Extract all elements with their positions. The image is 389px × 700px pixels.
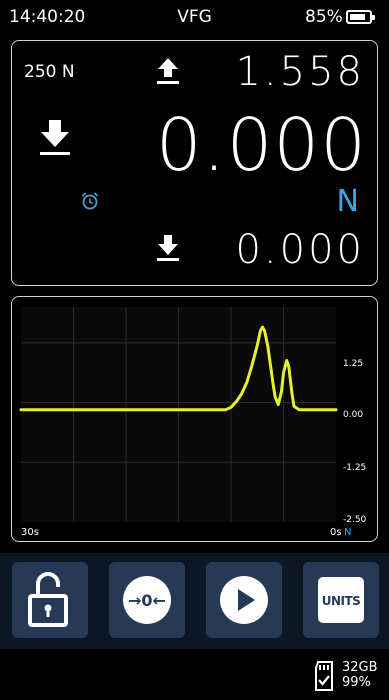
- units-button[interactable]: UNITS: [303, 562, 379, 638]
- main-value: 0.000: [155, 103, 367, 187]
- units-icon: UNITS: [318, 577, 364, 623]
- capacity-label: 250 N: [24, 62, 75, 82]
- storage-free-percent: 99%: [342, 675, 371, 690]
- zero-button-label: →0←: [128, 591, 166, 610]
- sd-card-icon: [313, 660, 335, 698]
- play-icon: [220, 576, 268, 624]
- readout-panel: 250 N 1.558 0.000 N 0.000: [11, 40, 378, 286]
- max-arrow-up-icon: [156, 56, 180, 90]
- x-end-label: 0s: [330, 527, 342, 538]
- chart-panel: 1.25 0.00 -1.25 -2.50 30s 0s N: [11, 296, 378, 542]
- min-arrow-down-icon: [156, 233, 180, 267]
- status-bar: 14:40:20 VFG 85%: [0, 0, 389, 34]
- alarm-clock-icon: [80, 191, 100, 215]
- y-tick-label: -2.50: [343, 515, 367, 525]
- battery-fill: [350, 14, 365, 20]
- battery-percent: 85%: [305, 7, 343, 27]
- lock-button[interactable]: [12, 562, 88, 638]
- storage-indicator: 32GB 99%: [313, 658, 389, 700]
- y-tick-label: -1.25: [343, 463, 366, 473]
- unit-label: N: [336, 184, 359, 219]
- force-chart: 1.25 0.00 -1.25 -2.50 30s 0s N: [19, 307, 367, 538]
- chart-unit-label: N: [344, 527, 351, 538]
- y-tick-label: 0.00: [343, 410, 363, 420]
- y-tick-label: 1.25: [343, 359, 363, 369]
- max-value: 1.558: [235, 49, 365, 95]
- zero-button[interactable]: →0←: [109, 562, 185, 638]
- play-button[interactable]: [206, 562, 282, 638]
- unlock-icon: [28, 572, 68, 627]
- battery-icon: [346, 10, 375, 24]
- button-bar: →0← UNITS: [0, 553, 389, 649]
- units-button-label: UNITS: [322, 594, 361, 608]
- x-start-label: 30s: [21, 527, 39, 538]
- track-arrow-down-icon[interactable]: [39, 118, 71, 162]
- min-value: 0.000: [235, 227, 365, 273]
- zero-icon: →0←: [123, 576, 171, 624]
- storage-size: 32GB: [342, 660, 378, 675]
